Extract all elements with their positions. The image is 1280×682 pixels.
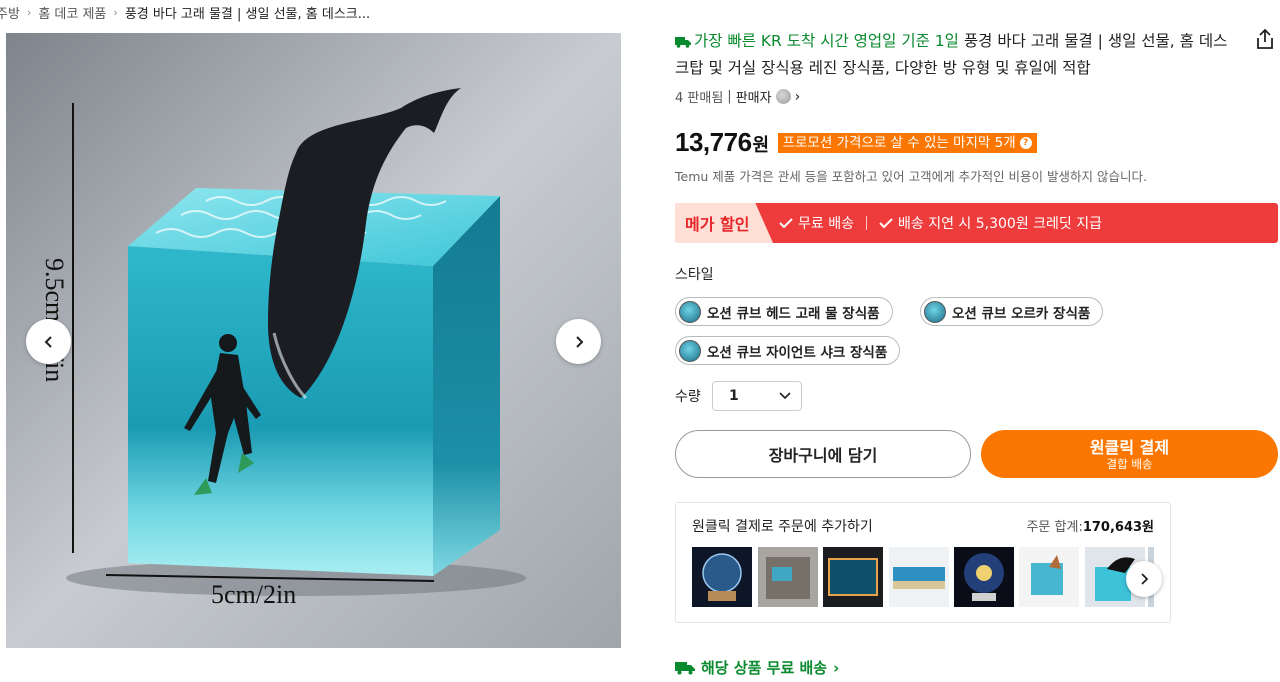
bundle-item-thumbnail[interactable] <box>692 547 752 607</box>
style-label: 스타일 <box>675 267 714 283</box>
chevron-left-icon <box>44 335 52 348</box>
product-image-gallery[interactable]: 9.5cm/3.7in 5cm/2in <box>6 33 621 648</box>
share-button[interactable] <box>1255 28 1277 50</box>
gallery-next-button[interactable] <box>556 319 601 364</box>
free-shipping-perk: 무료 배송 <box>779 213 854 233</box>
divider: | <box>727 89 732 104</box>
question-icon: ? <box>1019 136 1032 149</box>
bundle-total-label: 주문 합계: <box>1026 520 1083 535</box>
bundle-item-thumbnail[interactable] <box>889 547 949 607</box>
bundle-next-button[interactable] <box>1126 561 1162 597</box>
bundle-total-value: 170,643원 <box>1082 520 1154 535</box>
delay-credit-text: 배송 지연 시 5,300원 크레딧 지급 <box>897 216 1102 232</box>
style-option-label: 오션 큐브 자이언트 샤크 장식품 <box>707 344 888 361</box>
breadcrumb-item-kitchen[interactable]: 주방 <box>0 3 20 22</box>
bundle-item-thumbnail[interactable] <box>823 547 883 607</box>
style-option-orca[interactable]: 오션 큐브 오르카 장식품 <box>920 297 1104 326</box>
product-info: 가장 빠른 KR 도착 시간 영업일 기준 1일 풍경 바다 고래 물결 | 생… <box>675 28 1278 677</box>
divider <box>865 216 867 230</box>
mega-sale-banner: 메가 할인 무료 배송 배송 지연 시 5,300원 크레딧 지급 <box>675 203 1278 243</box>
delay-credit-perk: 배송 지연 시 5,300원 크레딧 지급 <box>879 213 1102 233</box>
mega-sale-badge: 메가 할인 <box>675 203 773 243</box>
breadcrumb-current: 풍경 바다 고래 물결 | 생일 선물, 홈 데스크... <box>124 7 371 22</box>
chevron-right-icon: › <box>833 658 840 677</box>
promo-badge[interactable]: 프로모션 가격으로 살 수 있는 마지막 5개? <box>777 132 1037 153</box>
chevron-right-icon[interactable]: › <box>795 89 801 105</box>
fast-delivery-text: 가장 빠른 KR 도착 시간 영업일 기준 1일 <box>694 32 959 50</box>
check-icon <box>879 218 893 229</box>
seller-label[interactable]: 판매자 <box>736 87 772 106</box>
buy-button-label: 원클릭 결제 <box>1089 437 1170 457</box>
breadcrumb-separator-icon: › <box>113 6 118 19</box>
bundle-thumbnails <box>692 547 1154 607</box>
product-image: 9.5cm/3.7in 5cm/2in <box>6 33 621 648</box>
style-option-label: 오션 큐브 헤드 고래 물 장식품 <box>707 305 880 322</box>
chevron-right-icon <box>575 335 583 348</box>
truck-icon <box>675 662 695 675</box>
chevron-right-icon <box>1141 573 1149 585</box>
chevron-down-icon <box>779 392 791 400</box>
gallery-prev-button[interactable] <box>26 319 71 364</box>
bundle-title: 원클릭 결제로 주문에 추가하기 <box>692 519 873 535</box>
bundle-item-thumbnail[interactable] <box>758 547 818 607</box>
price-currency: 원 <box>752 135 770 155</box>
sold-count: 4 판매됨 <box>675 91 724 106</box>
price-row: 13,776원 프로모션 가격으로 살 수 있는 마지막 5개? <box>675 127 1037 158</box>
truck-icon <box>675 37 691 48</box>
bundle-panel: 원클릭 결제로 주문에 추가하기 주문 합계:170,643원 <box>675 502 1171 623</box>
price: 13,776원 <box>675 127 769 158</box>
buy-button-sublabel: 결합 배송 <box>1106 456 1153 471</box>
style-thumbnail <box>679 300 701 323</box>
width-dimension-label: 5cm/2in <box>211 580 296 609</box>
bundle-item-thumbnail[interactable] <box>954 547 1014 607</box>
one-click-buy-button[interactable]: 원클릭 결제 결합 배송 <box>981 430 1278 478</box>
product-title: 가장 빠른 KR 도착 시간 영업일 기준 1일 풍경 바다 고래 물결 | 생… <box>675 28 1235 82</box>
add-to-cart-button[interactable]: 장바구니에 담기 <box>675 430 971 478</box>
breadcrumb: 주방 › 홈 데코 제품 › 풍경 바다 고래 물결 | 생일 선물, 홈 데스… <box>0 3 370 22</box>
quantity-select[interactable]: 1 <box>712 381 802 411</box>
breadcrumb-separator-icon: › <box>26 6 32 19</box>
quantity-value: 1 <box>729 388 739 404</box>
price-value: 13,776 <box>675 127 752 157</box>
bundle-item-thumbnail[interactable] <box>1019 547 1079 607</box>
tax-note: Temu 제품 가격은 관세 등을 포함하고 있어 고객에게 추가적인 비용이 … <box>675 169 1147 184</box>
free-shipping-link[interactable]: 해당 상품 무료 배송 › <box>675 657 839 678</box>
style-option-label: 오션 큐브 오르카 장식품 <box>952 305 1091 322</box>
style-option-shark[interactable]: 오션 큐브 자이언트 샤크 장식품 <box>675 336 901 365</box>
style-thumbnail <box>924 300 946 323</box>
quantity-label: 수량 <box>675 389 701 405</box>
free-shipping-label: 해당 상품 무료 배송 <box>701 659 828 677</box>
check-icon <box>779 218 793 229</box>
seller-avatar[interactable] <box>775 89 791 104</box>
breadcrumb-item-home-decor[interactable]: 홈 데코 제품 <box>38 3 106 22</box>
bundle-total: 주문 합계:170,643원 <box>1026 516 1154 535</box>
share-icon <box>1257 28 1273 49</box>
promo-text: 프로모션 가격으로 살 수 있는 마지막 5개 <box>782 134 1016 151</box>
free-shipping-text: 무료 배송 <box>798 216 854 232</box>
sold-row: 4 판매됨 | 판매자 › <box>675 87 1278 107</box>
style-thumbnail <box>679 339 701 362</box>
style-option-whale[interactable]: 오션 큐브 헤드 고래 물 장식품 <box>675 297 893 326</box>
